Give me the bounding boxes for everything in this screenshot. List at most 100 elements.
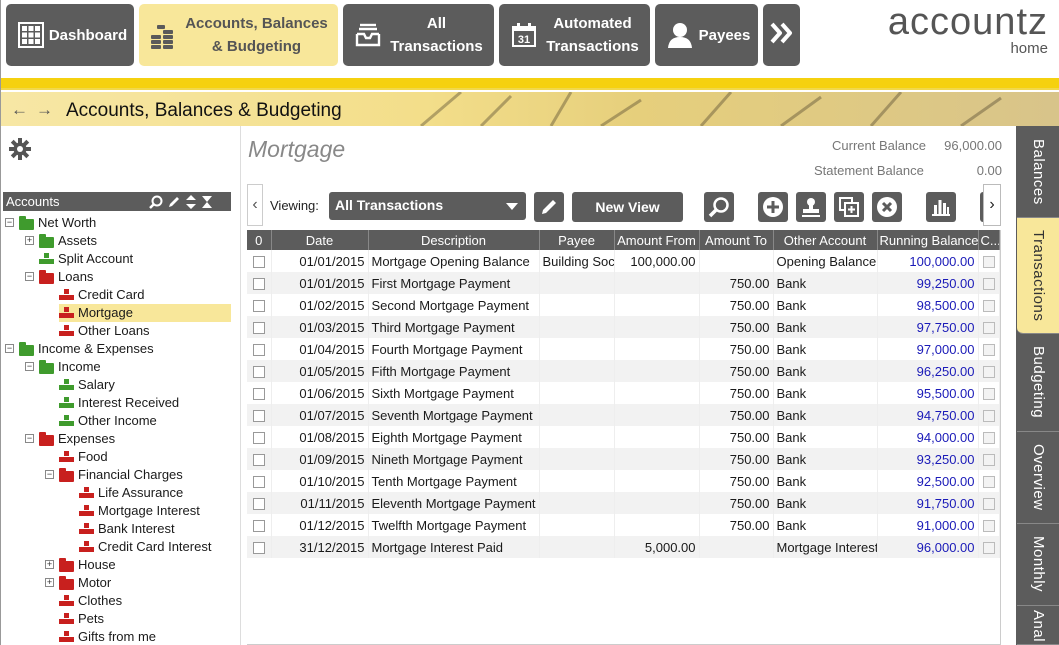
cell-amount-from[interactable]	[614, 492, 700, 514]
cell-amount-to[interactable]	[699, 250, 774, 272]
cell-amount-from[interactable]	[614, 272, 700, 294]
cell-other-account[interactable]: Bank	[773, 492, 878, 514]
column-header-select[interactable]: 0	[247, 230, 272, 250]
cell-description[interactable]: Eighth Mortgage Payment	[368, 426, 540, 448]
column-header-payee[interactable]: Payee	[539, 230, 615, 250]
cleared-checkbox[interactable]	[982, 498, 995, 511]
table-row[interactable]: 31/12/2015 Mortgage Interest Paid 5,000.00…	[247, 536, 1000, 558]
column-header-running-balance[interactable]: Running Balance	[877, 230, 979, 250]
tree-expand-icon[interactable]: +	[45, 560, 54, 569]
cleared-checkbox[interactable]	[982, 322, 995, 335]
cleared-checkbox[interactable]	[982, 366, 995, 379]
table-row[interactable]: 01/04/2015 Fourth Mortgage Payment 750.00 B…	[247, 338, 1000, 360]
tree-node[interactable]: − Income	[25, 358, 101, 376]
cell-amount-from[interactable]: 100,000.00	[614, 250, 700, 272]
table-row[interactable]: 01/03/2015 Third Mortgage Payment 750.00 Ba…	[247, 316, 1000, 338]
tree-node[interactable]: Bank Interest	[79, 520, 175, 538]
tree-node[interactable]: − Income & Expenses	[5, 340, 154, 358]
table-row[interactable]: 01/06/2015 Sixth Mortgage Payment 750.00 Ba…	[247, 382, 1000, 404]
cell-amount-from[interactable]	[614, 448, 700, 470]
column-header-date[interactable]: Date	[271, 230, 369, 250]
tree-node[interactable]: Other Loans	[59, 322, 150, 340]
table-row[interactable]: 01/02/2015 Second Mortgage Payment 750.00 B…	[247, 294, 1000, 316]
cell-amount-to[interactable]	[699, 536, 774, 558]
cleared-checkbox[interactable]	[982, 300, 995, 313]
cell-other-account[interactable]: Bank	[773, 316, 878, 338]
cell-amount-to[interactable]: 750.00	[699, 294, 774, 316]
tree-node[interactable]: Clothes	[59, 592, 122, 610]
cell-amount-to[interactable]: 750.00	[699, 316, 774, 338]
nav-payees-button[interactable]: Payees	[655, 4, 758, 66]
row-select-checkbox[interactable]	[252, 278, 265, 291]
cell-payee[interactable]: Building Soc	[539, 250, 615, 272]
cell-amount-to[interactable]: 750.00	[699, 272, 774, 294]
column-header-description[interactable]: Description	[368, 230, 540, 250]
cell-description[interactable]: First Mortgage Payment	[368, 272, 540, 294]
cell-running-balance[interactable]: 91,750.00	[877, 492, 979, 514]
cell-amount-to[interactable]: 750.00	[699, 382, 774, 404]
row-select-checkbox[interactable]	[252, 432, 265, 445]
cell-description[interactable]: Mortgage Interest Paid	[368, 536, 540, 558]
cell-running-balance[interactable]: 94,000.00	[877, 426, 979, 448]
cleared-checkbox[interactable]	[982, 476, 995, 489]
pencil-icon[interactable]	[167, 195, 181, 209]
cell-amount-to[interactable]: 750.00	[699, 514, 774, 536]
cell-date[interactable]: 01/12/2015	[271, 514, 369, 536]
cell-description[interactable]: Sixth Mortgage Payment	[368, 382, 540, 404]
cell-running-balance[interactable]: 97,000.00	[877, 338, 979, 360]
cell-amount-from[interactable]	[614, 294, 700, 316]
cell-running-balance[interactable]: 100,000.00	[877, 250, 979, 272]
cell-amount-to[interactable]: 750.00	[699, 492, 774, 514]
tree-node[interactable]: Credit Card Interest	[79, 538, 211, 556]
row-select-checkbox[interactable]	[252, 542, 265, 555]
tab-overview[interactable]: Overview	[1017, 432, 1059, 524]
row-select-checkbox[interactable]	[252, 476, 265, 489]
table-row[interactable]: 01/05/2015 Fifth Mortgage Payment 750.00 Ba…	[247, 360, 1000, 382]
tree-node[interactable]: Pets	[59, 610, 104, 628]
cell-payee[interactable]	[539, 294, 615, 316]
cell-date[interactable]: 01/05/2015	[271, 360, 369, 382]
tree-collapse-icon[interactable]: −	[25, 434, 34, 443]
column-header-cleared[interactable]: C...	[978, 230, 1000, 250]
table-row[interactable]: 01/11/2015 Eleventh Mortgage Payment 750.0…	[247, 492, 1000, 514]
cell-payee[interactable]	[539, 272, 615, 294]
cell-other-account[interactable]: Bank	[773, 404, 878, 426]
cell-other-account[interactable]: Bank	[773, 470, 878, 492]
cell-running-balance[interactable]: 91,000.00	[877, 514, 979, 536]
add-transaction-button[interactable]	[758, 192, 788, 222]
cell-date[interactable]: 01/07/2015	[271, 404, 369, 426]
cell-description[interactable]: Nineth Mortgage Payment	[368, 448, 540, 470]
cell-payee[interactable]	[539, 470, 615, 492]
cell-payee[interactable]	[539, 514, 615, 536]
cell-other-account[interactable]: Bank	[773, 448, 878, 470]
cell-date[interactable]: 01/01/2015	[271, 250, 369, 272]
tree-node[interactable]: Gifts from me	[59, 628, 156, 645]
cell-amount-to[interactable]: 750.00	[699, 360, 774, 382]
tree-collapse-icon[interactable]: −	[5, 344, 14, 353]
row-select-checkbox[interactable]	[252, 366, 265, 379]
nav-automated-transactions-button[interactable]: 31 Automated Transactions	[499, 4, 650, 66]
cell-payee[interactable]	[539, 536, 615, 558]
table-row[interactable]: 01/12/2015 Twelfth Mortgage Payment 750.00…	[247, 514, 1000, 536]
search-icon[interactable]	[149, 195, 163, 209]
cell-amount-to[interactable]: 750.00	[699, 426, 774, 448]
cell-running-balance[interactable]: 99,250.00	[877, 272, 979, 294]
tree-node[interactable]: − Expenses	[25, 430, 115, 448]
row-select-checkbox[interactable]	[252, 454, 265, 467]
tree-collapse-icon[interactable]: −	[25, 272, 34, 281]
cell-other-account[interactable]: Opening Balance	[773, 250, 878, 272]
cell-description[interactable]: Fifth Mortgage Payment	[368, 360, 540, 382]
nav-all-transactions-button[interactable]: All Transactions	[343, 4, 494, 66]
tree-node[interactable]: + House	[45, 556, 116, 574]
tree-node[interactable]: Food	[59, 448, 108, 466]
cell-date[interactable]: 01/01/2015	[271, 272, 369, 294]
cell-amount-from[interactable]	[614, 404, 700, 426]
cleared-checkbox[interactable]	[982, 410, 995, 423]
cleared-checkbox[interactable]	[982, 542, 995, 555]
forward-arrow-icon[interactable]: →	[36, 100, 53, 120]
tree-node[interactable]: Life Assurance	[79, 484, 183, 502]
cell-description[interactable]: Third Mortgage Payment	[368, 316, 540, 338]
cell-payee[interactable]	[539, 338, 615, 360]
tab-budgeting[interactable]: Budgeting	[1017, 334, 1059, 432]
cell-running-balance[interactable]: 92,500.00	[877, 470, 979, 492]
